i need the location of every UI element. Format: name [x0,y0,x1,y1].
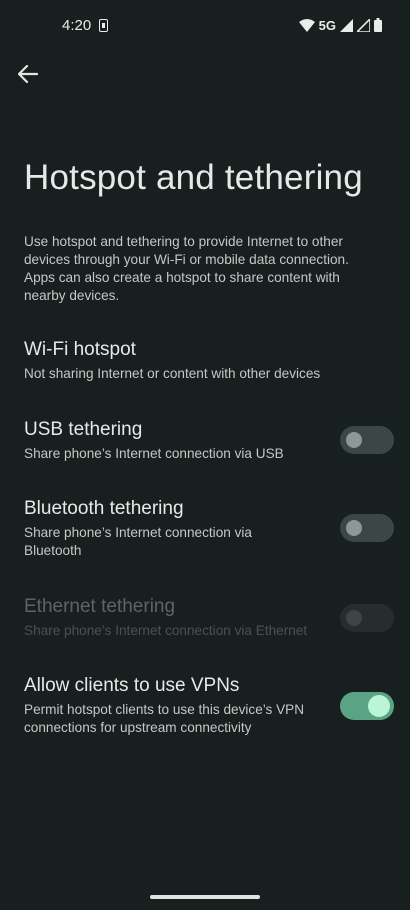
network-type-label: 5G [318,17,336,33]
setting-subtitle: Permit hotspot clients to use this devic… [24,702,305,735]
toggle-knob [346,432,362,448]
status-bar: 4:20 5G [0,0,410,52]
usb-tethering-item[interactable]: USB tethering Share phone’s Internet con… [24,419,394,463]
setting-subtitle: Share phone’s Internet connection via Et… [24,623,308,638]
toggle-knob [368,695,390,717]
setting-title: Allow clients to use VPNs [24,675,240,696]
allow-vpn-clients-item[interactable]: Allow clients to use VPNs Permit hotspot… [24,675,394,737]
signal-icon [340,18,353,32]
page-description: Use hotspot and tethering to provide Int… [24,234,349,303]
sim-card-icon [99,19,108,32]
status-icons: 5G [298,15,382,35]
signal-icon [357,18,370,32]
ethernet-tethering-item: Ethernet tethering Share phone’s Interne… [24,596,394,640]
toggle-knob [346,520,362,536]
setting-subtitle: Share phone’s Internet connection via Bl… [24,525,252,558]
bluetooth-tethering-toggle[interactable] [340,514,394,542]
allow-vpn-clients-toggle[interactable] [340,692,394,720]
wifi-hotspot-item[interactable]: Wi-Fi hotspot Not sharing Internet or co… [24,339,394,383]
arrow-back-icon [18,65,38,83]
setting-title: Ethernet tethering [24,596,176,617]
setting-subtitle: Not sharing Internet or content with oth… [24,366,321,381]
battery-icon [374,18,382,32]
toggle-knob [346,610,362,626]
status-time: 4:20 [62,17,92,34]
page-title: Hotspot and tethering [24,158,363,197]
wifi-icon [298,18,315,32]
back-button[interactable] [14,60,42,88]
navigation-handle[interactable] [150,895,260,899]
setting-title: Wi-Fi hotspot [24,339,136,360]
bluetooth-tethering-item[interactable]: Bluetooth tethering Share phone’s Intern… [24,498,394,560]
ethernet-tethering-toggle [340,604,394,632]
setting-title: USB tethering [24,419,143,440]
setting-subtitle: Share phone’s Internet connection via US… [24,446,284,461]
setting-title: Bluetooth tethering [24,498,184,519]
usb-tethering-toggle[interactable] [340,426,394,454]
